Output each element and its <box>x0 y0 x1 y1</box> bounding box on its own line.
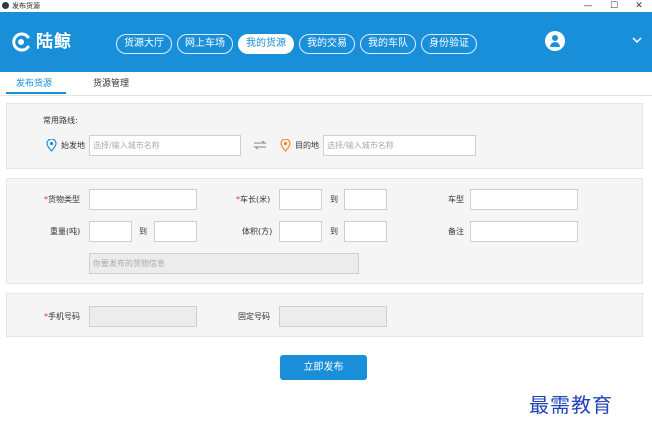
route-title: 常用路线: <box>43 116 78 125</box>
landline-label: 固定号码 <box>238 312 270 321</box>
window-title: 发布货源 <box>12 2 40 10</box>
weight-min-input[interactable] <box>89 221 132 242</box>
watermark-text: 最需教育 <box>529 393 613 417</box>
origin-pin-icon <box>46 138 57 152</box>
close-button[interactable]: ✕ <box>626 0 652 12</box>
app-header: 陆鲸 货源大厅 网上车场 我的货源 我的交易 我的车队 身份验证 <box>0 12 652 72</box>
cargo-type-label: *货物类型 <box>44 195 80 204</box>
maximize-button[interactable]: ☐ <box>601 0 627 12</box>
tab-publish-cargo[interactable]: 发布货源 <box>16 78 52 90</box>
nav-tab-online-yard[interactable]: 网上车场 <box>177 34 233 54</box>
nav-tab-my-trades[interactable]: 我的交易 <box>299 34 355 54</box>
logo[interactable]: 陆鲸 <box>10 30 72 54</box>
chevron-down-icon[interactable] <box>631 34 643 46</box>
destination-label: 目的地 <box>295 141 319 150</box>
truck-length-max-input[interactable] <box>344 189 387 210</box>
logo-text: 陆鲸 <box>36 32 72 52</box>
note-input[interactable] <box>470 221 578 242</box>
cargo-type-input[interactable] <box>89 189 197 210</box>
truck-length-label: *车长(米) <box>236 195 271 204</box>
user-avatar-icon[interactable] <box>545 31 565 51</box>
cargo-info-field[interactable]: 你要发布的货物信息 <box>89 253 359 274</box>
app-icon <box>2 2 9 9</box>
vehicle-type-input[interactable] <box>470 189 578 210</box>
origin-input[interactable]: 选择/输入城市名称 <box>89 135 241 156</box>
sub-tabs: 发布货源 货源管理 <box>0 72 652 96</box>
nav-tab-my-cargo[interactable]: 我的货源 <box>238 34 294 54</box>
nav-tab-cargo-hall[interactable]: 货源大厅 <box>116 34 172 54</box>
volume-min-input[interactable] <box>279 221 322 242</box>
destination-input[interactable]: 选择/输入城市名称 <box>323 135 476 156</box>
vehicle-type-label: 车型 <box>448 195 464 204</box>
destination-pin-icon <box>280 138 291 152</box>
origin-label: 始发地 <box>61 141 85 150</box>
main-nav: 货源大厅 网上车场 我的货源 我的交易 我的车队 身份验证 <box>116 34 482 54</box>
volume-label: 体积(方) <box>242 227 273 236</box>
minimize-button[interactable]: — <box>575 0 601 12</box>
tab-cargo-manage[interactable]: 货源管理 <box>93 78 129 90</box>
mobile-input[interactable] <box>89 306 197 327</box>
window-titlebar: 发布货源 — ☐ ✕ <box>0 0 652 12</box>
volume-to-label: 到 <box>330 227 338 236</box>
publish-button[interactable]: 立即发布 <box>280 355 367 380</box>
landline-input[interactable] <box>279 306 387 327</box>
length-to-label: 到 <box>330 195 338 204</box>
note-label: 备注 <box>448 227 464 236</box>
volume-max-input[interactable] <box>344 221 387 242</box>
swap-icon[interactable] <box>253 140 267 150</box>
logo-icon <box>10 31 32 53</box>
weight-max-input[interactable] <box>154 221 197 242</box>
truck-length-min-input[interactable] <box>279 189 322 210</box>
nav-tab-identity[interactable]: 身份验证 <box>421 34 477 54</box>
weight-to-label: 到 <box>139 227 147 236</box>
nav-tab-my-fleet[interactable]: 我的车队 <box>360 34 416 54</box>
mobile-label: *手机号码 <box>44 312 80 321</box>
weight-label: 重量(吨) <box>50 227 81 236</box>
active-tab-indicator <box>6 92 66 94</box>
